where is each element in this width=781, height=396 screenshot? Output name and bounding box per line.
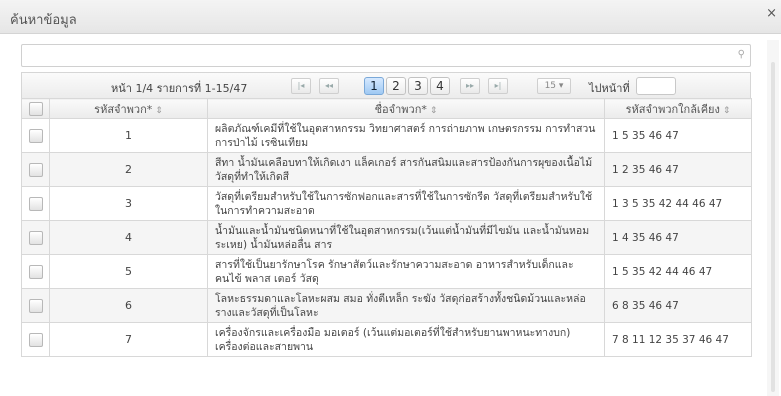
- header-select-all[interactable]: [21, 98, 50, 119]
- next-page-button[interactable]: ▸▸: [460, 78, 480, 94]
- header-name[interactable]: ชื่อจำพวก* ⇕: [207, 98, 605, 119]
- row-name: น้ำมันและน้ำมันชนิดหนาที่ใช้ในอุตสาหกรรม…: [207, 220, 605, 255]
- sort-icon[interactable]: ⇕: [430, 106, 438, 116]
- row-related: 1 5 35 46 47: [604, 118, 752, 153]
- table-header-row: รหัสจำพวก* ⇕ ชื่อจำพวก* ⇕ รหัสจำพวกใกล้เคี…: [21, 98, 752, 119]
- row-checkbox[interactable]: [28, 162, 43, 177]
- search-icon[interactable]: ⚲: [738, 49, 745, 60]
- page-button-3[interactable]: 3: [408, 77, 428, 95]
- row-code: 4: [49, 220, 208, 255]
- row-name: วัสดุที่เตรียมสำหรับใช้ในการซักฟอกและสาร…: [207, 186, 605, 221]
- page-size-select[interactable]: 15 ▾: [537, 78, 571, 94]
- header-related-label: รหัสจำพวกใกล้เคียง: [625, 102, 720, 116]
- table-row[interactable]: 4 น้ำมันและน้ำมันชนิดหนาที่ใช้ในอุตสาหกร…: [21, 220, 752, 255]
- header-name-label: ชื่อจำพวก*: [374, 102, 427, 116]
- row-code: 3: [49, 186, 208, 221]
- row-related: 1 5 35 42 44 46 47: [604, 254, 752, 289]
- row-related: 1 4 35 46 47: [604, 220, 752, 255]
- row-code: 1: [49, 118, 208, 153]
- row-name: สารที่ใช้เป็นยารักษาโรค รักษาสัตว์และรัก…: [207, 254, 605, 289]
- table-row[interactable]: 1 ผลิตภัณฑ์เคมีที่ใช้ในอุตสาหกรรม วิทยาศ…: [21, 118, 752, 153]
- scrollbar-thumb[interactable]: [771, 62, 775, 392]
- page-button-1[interactable]: 1: [364, 77, 384, 95]
- dialog-titlebar: ค้นหาข้อมูล ×: [0, 0, 781, 34]
- row-checkbox[interactable]: [28, 230, 43, 245]
- row-checkbox[interactable]: [28, 332, 43, 347]
- row-name: ผลิตภัณฑ์เคมีที่ใช้ในอุตสาหกรรม วิทยาศาส…: [207, 118, 605, 153]
- last-page-button[interactable]: ▸|: [488, 78, 508, 94]
- page-button-2[interactable]: 2: [386, 77, 406, 95]
- table-row[interactable]: 6 โลหะธรรมดาและโลหะผสม สมอ ทั่งตีเหล็ก ร…: [21, 288, 752, 323]
- header-code-label: รหัสจำพวก*: [94, 102, 153, 116]
- row-related: 6 8 35 46 47: [604, 288, 752, 323]
- table-row[interactable]: 2 สีทา น้ำมันเคลือบทาให้เกิดเงา แล็คเกอร…: [21, 152, 752, 187]
- row-code: 5: [49, 254, 208, 289]
- header-code[interactable]: รหัสจำพวก* ⇕: [49, 98, 208, 119]
- row-code: 7: [49, 322, 208, 357]
- row-name: โลหะธรรมดาและโลหะผสม สมอ ทั่งตีเหล็ก ระฆ…: [207, 288, 605, 323]
- page-button-4[interactable]: 4: [430, 77, 450, 95]
- first-page-button[interactable]: |◂: [291, 78, 311, 94]
- close-icon[interactable]: ×: [766, 6, 777, 21]
- row-code: 6: [49, 288, 208, 323]
- row-code: 2: [49, 152, 208, 187]
- goto-page-label: ไปหน้าที่: [589, 82, 630, 95]
- goto-page-input[interactable]: [636, 77, 676, 95]
- search-box: ⚲: [21, 44, 751, 67]
- row-name: สีทา น้ำมันเคลือบทาให้เกิดเงา แล็คเกอร์ …: [207, 152, 605, 187]
- page-info: หน้า 1/4 รายการที่ 1-15/47: [111, 82, 248, 95]
- select-all-checkbox[interactable]: [28, 101, 43, 116]
- row-checkbox[interactable]: [28, 128, 43, 143]
- row-related: 1 3 5 35 42 44 46 47: [604, 186, 752, 221]
- row-name: เครื่องจักรและเครื่องมือ มอเตอร์ (เว้นแต…: [207, 322, 605, 357]
- table-row[interactable]: 7 เครื่องจักรและเครื่องมือ มอเตอร์ (เว้น…: [21, 322, 752, 357]
- results-table: รหัสจำพวก* ⇕ ชื่อจำพวก* ⇕ รหัสจำพวกใกล้เคี…: [21, 98, 752, 357]
- sort-icon[interactable]: ⇕: [155, 106, 163, 116]
- row-checkbox[interactable]: [28, 196, 43, 211]
- table-row[interactable]: 5 สารที่ใช้เป็นยารักษาโรค รักษาสัตว์และร…: [21, 254, 752, 289]
- row-checkbox[interactable]: [28, 298, 43, 313]
- vertical-scrollbar[interactable]: [767, 40, 779, 396]
- sort-icon[interactable]: ⇕: [723, 106, 731, 116]
- search-dialog: ค้นหาข้อมูล × ⚲ หน้า 1/4 รายการที่ 1-15/…: [0, 0, 781, 396]
- table-row[interactable]: 3 วัสดุที่เตรียมสำหรับใช้ในการซักฟอกและส…: [21, 186, 752, 221]
- dialog-title: ค้นหาข้อมูล: [10, 13, 77, 28]
- row-related: 1 2 35 46 47: [604, 152, 752, 187]
- header-related[interactable]: รหัสจำพวกใกล้เคียง ⇕: [604, 98, 752, 119]
- prev-page-button[interactable]: ◂◂: [319, 78, 339, 94]
- row-checkbox[interactable]: [28, 264, 43, 279]
- search-input[interactable]: [22, 46, 750, 67]
- pagination-bar: หน้า 1/4 รายการที่ 1-15/47 |◂ ◂◂ 1 2 3 4…: [21, 72, 751, 98]
- row-related: 7 8 11 12 35 37 46 47: [604, 322, 752, 357]
